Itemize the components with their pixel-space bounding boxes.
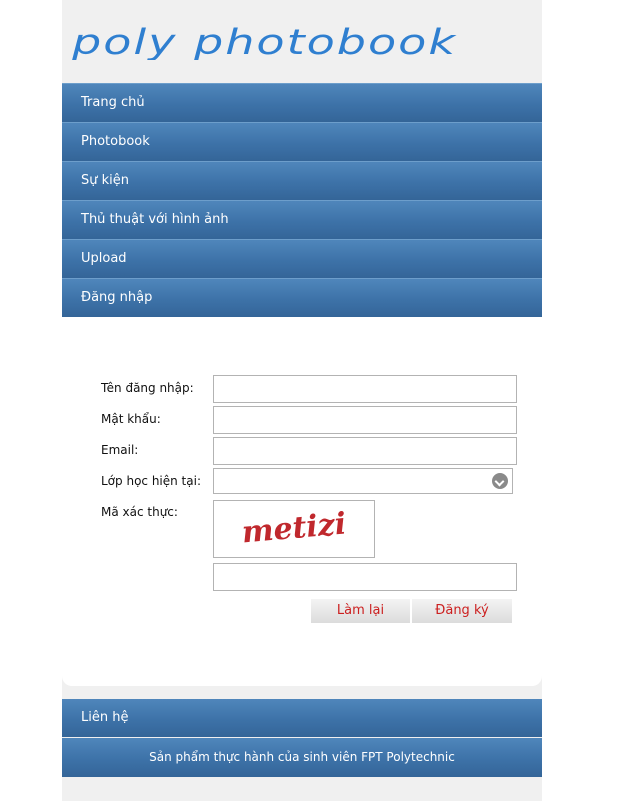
nav-item-login[interactable]: Đăng nhập [62,278,542,317]
nav-item-home[interactable]: Trang chủ [62,83,542,122]
footer-contact-link[interactable]: Liên hệ [62,699,542,737]
reset-button[interactable]: Làm lại [311,599,410,623]
site-logo[interactable]: poly photobook [72,24,462,60]
header: poly photobook [62,0,542,83]
password-input[interactable] [213,406,517,434]
nav-item-image-tips[interactable]: Thủ thuật với hình ảnh [62,200,542,239]
captcha-text: metizi [240,507,347,551]
password-label: Mật khẩu: [101,412,161,426]
nav-item-upload[interactable]: Upload [62,239,542,278]
captcha-input[interactable] [213,563,517,591]
footer-credit: Sản phẩm thực hành của sinh viên FPT Pol… [62,738,542,777]
page-container: poly photobook Trang chủ Photobook Sự ki… [62,0,542,801]
nav-item-events[interactable]: Sự kiện [62,161,542,200]
nav-item-photobook[interactable]: Photobook [62,122,542,161]
captcha-image: metizi [213,500,375,558]
class-label: Lớp học hiện tại: [101,474,201,488]
registration-form: Tên đăng nhập: Mật khẩu: Email: Lớp học … [62,317,542,686]
chevron-down-icon[interactable] [492,473,508,489]
register-button[interactable]: Đăng ký [412,599,512,623]
email-input[interactable] [213,437,517,465]
logo-text: poly photobook [72,24,457,60]
main-nav: Trang chủ Photobook Sự kiện Thủ thuật vớ… [62,83,542,317]
class-select[interactable] [213,468,513,494]
email-label: Email: [101,443,139,457]
username-input[interactable] [213,375,517,403]
captcha-label: Mã xác thực: [101,505,178,519]
username-label: Tên đăng nhập: [101,381,194,395]
